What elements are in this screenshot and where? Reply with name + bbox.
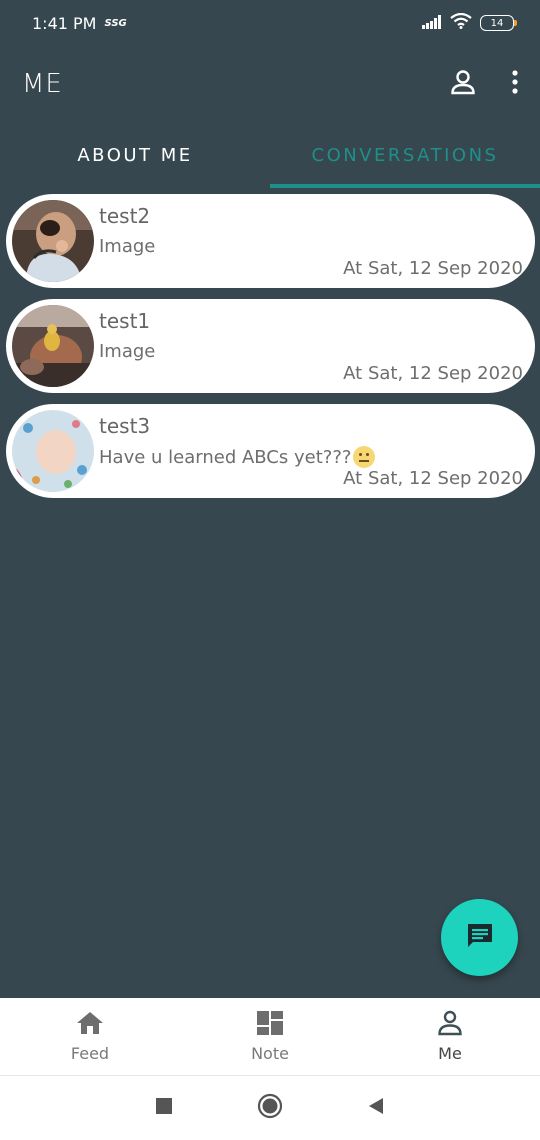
- person-icon: [436, 1010, 464, 1040]
- status-left: 1:41 PM SSG: [32, 14, 127, 33]
- recents-button[interactable]: [155, 1097, 173, 1119]
- nav-item-note[interactable]: Note: [180, 998, 360, 1075]
- bottom-navigation: Feed Note Me: [0, 998, 540, 1076]
- conversation-name: test2: [99, 204, 151, 228]
- status-bar: 1:41 PM SSG 14: [0, 0, 540, 46]
- nav-item-note-label: Note: [251, 1044, 289, 1063]
- tab-bar: ABOUT ME CONVERSATIONS: [0, 122, 540, 188]
- avatar: [12, 305, 94, 387]
- home-button[interactable]: [257, 1093, 283, 1123]
- conversation-date: At Sat, 12 Sep 2020: [343, 258, 523, 279]
- conversation-date: At Sat, 12 Sep 2020: [343, 468, 523, 489]
- tab-conversations[interactable]: CONVERSATIONS: [270, 122, 540, 188]
- nav-item-me-label: Me: [438, 1044, 462, 1063]
- back-button[interactable]: [367, 1097, 385, 1119]
- profile-icon[interactable]: [450, 69, 476, 99]
- conversation-message: Have u learned ABCs yet???: [99, 446, 376, 468]
- conversation-message: Image: [99, 341, 155, 362]
- app-bar: ME: [0, 46, 540, 122]
- status-right: 14: [422, 12, 517, 33]
- conversation-message-text: Have u learned ABCs yet???: [99, 446, 352, 468]
- avatar: [12, 200, 94, 282]
- conversation-item[interactable]: test3 Have u learned ABCs yet??? At Sat,…: [6, 404, 535, 498]
- network-tag: SSG: [104, 17, 127, 29]
- conversation-item[interactable]: test2 Image At Sat, 12 Sep 2020: [6, 194, 535, 288]
- conversation-message-text: Image: [99, 236, 156, 257]
- conversation-list: test2 Image At Sat, 12 Sep 2020 test1 Im…: [6, 194, 535, 509]
- dashboard-icon: [256, 1010, 284, 1040]
- new-conversation-button[interactable]: [441, 899, 518, 976]
- page-title: ME: [22, 69, 63, 99]
- system-navigation-bar: [0, 1076, 540, 1140]
- tab-about-me[interactable]: ABOUT ME: [0, 122, 270, 188]
- conversation-message: Image: [99, 236, 155, 257]
- home-icon: [76, 1010, 104, 1040]
- nav-item-me[interactable]: Me: [360, 998, 540, 1075]
- nav-item-feed-label: Feed: [70, 1044, 110, 1063]
- nav-item-feed[interactable]: Feed: [0, 998, 180, 1075]
- conversation-name: test3: [99, 414, 151, 438]
- chat-icon: [465, 921, 495, 955]
- conversation-item[interactable]: test1 Image At Sat, 12 Sep 2020: [6, 299, 535, 393]
- app-bar-actions: [450, 69, 518, 99]
- signal-icon: [422, 14, 442, 33]
- tab-about-me-label: ABOUT ME: [77, 144, 193, 166]
- more-vert-icon[interactable]: [512, 70, 518, 98]
- status-time: 1:41 PM: [32, 13, 97, 33]
- conversation-name: test1: [99, 309, 151, 333]
- tab-conversations-label: CONVERSATIONS: [311, 144, 499, 166]
- wifi-icon: [450, 12, 472, 33]
- neutral-face-emoji-icon: [353, 446, 376, 468]
- avatar: [12, 410, 94, 492]
- conversation-date: At Sat, 12 Sep 2020: [343, 363, 523, 384]
- battery-icon: 14: [480, 15, 517, 31]
- conversation-message-text: Image: [99, 341, 156, 362]
